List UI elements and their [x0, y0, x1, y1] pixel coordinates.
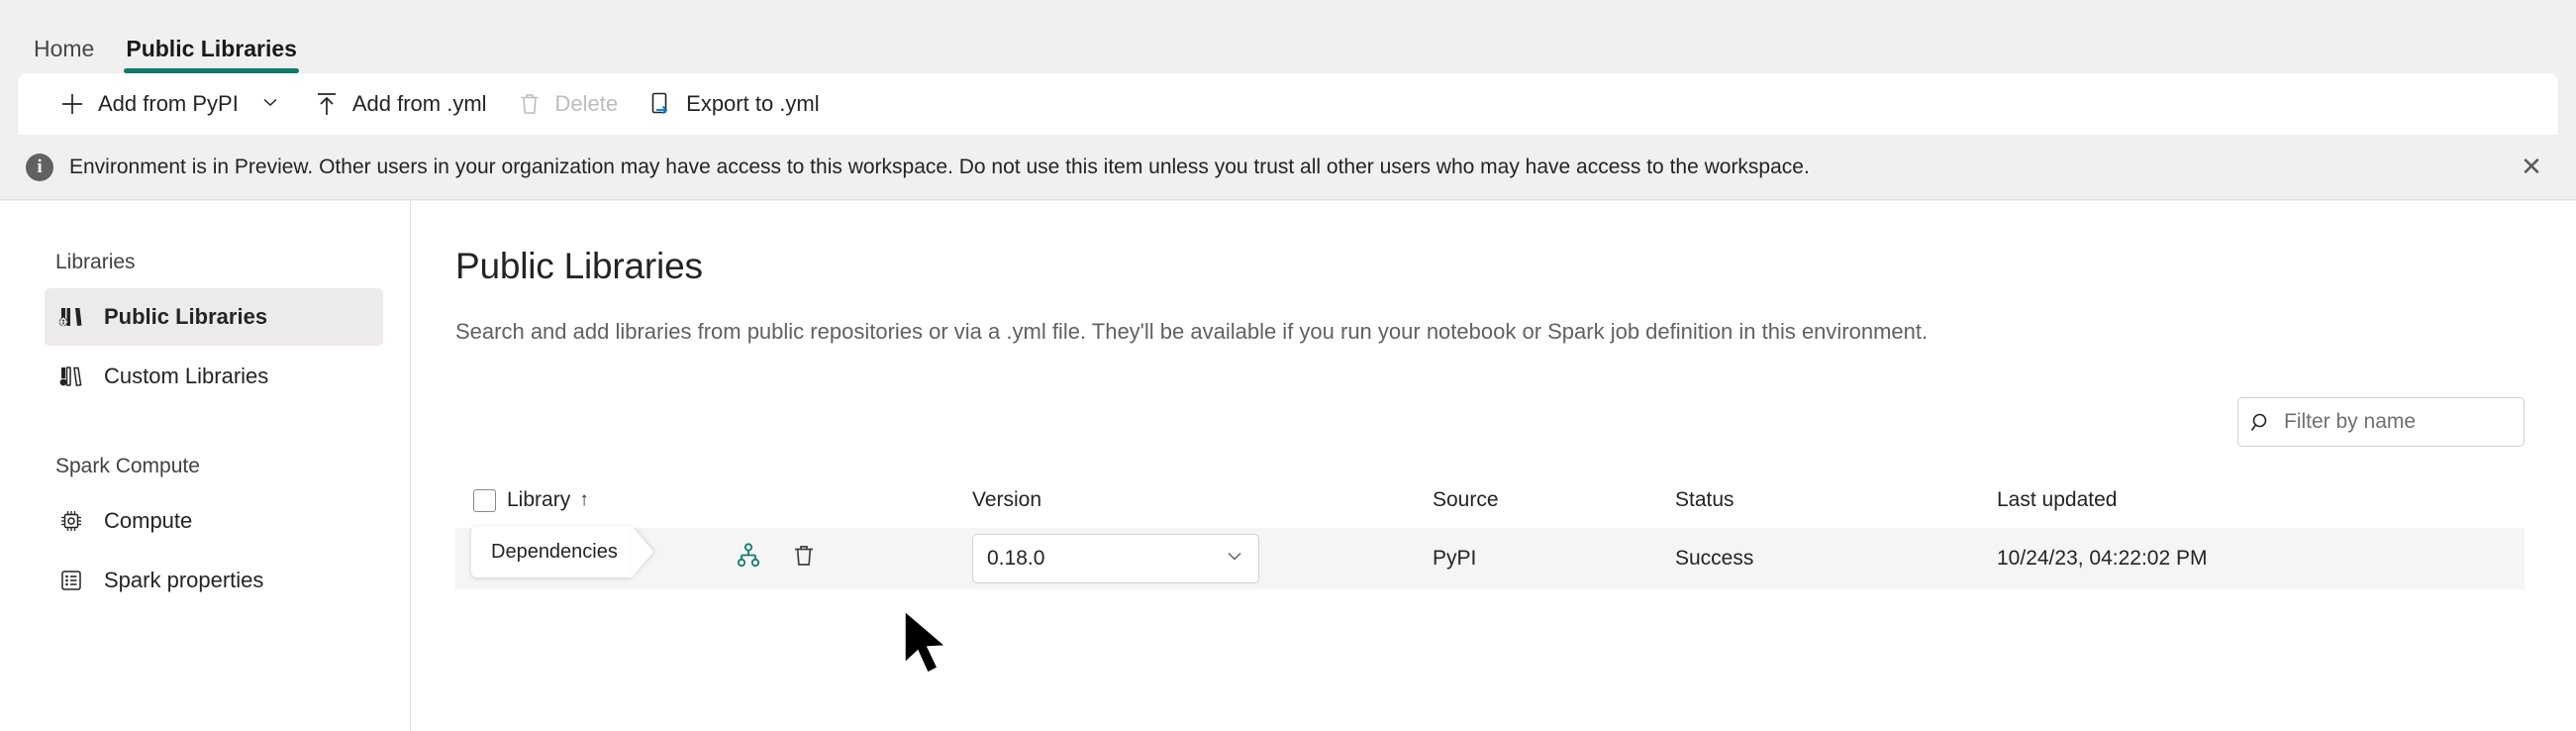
add-from-pypi-dropdown-button[interactable]	[252, 80, 288, 128]
table-header-row: Library ↑ Version Source Status Last upd…	[455, 472, 2525, 528]
upload-icon	[312, 89, 342, 119]
export-file-icon	[645, 89, 675, 119]
sort-ascending-icon: ↑	[579, 489, 589, 510]
tooltip-arrow	[631, 526, 653, 577]
select-all-cell	[455, 488, 507, 512]
command-toolbar: Add from PyPI Add from .yml Delete Expor…	[18, 73, 2558, 135]
page-title: Public Libraries	[455, 246, 703, 286]
preview-banner: i Environment is in Preview. Other users…	[0, 135, 2576, 200]
filter-search-box[interactable]	[2237, 397, 2525, 447]
add-from-pypi-label: Add from PyPI	[98, 91, 239, 116]
column-header-library[interactable]: Library ↑	[507, 488, 972, 512]
public-libraries-icon	[56, 302, 86, 332]
dependency-tree-icon	[735, 542, 762, 575]
table-row[interactable]: fuzzywuzzy Dependencies 0.18.0 PyPI Succ…	[455, 526, 2525, 589]
row-checkbox[interactable]	[473, 547, 496, 571]
version-dropdown[interactable]: 0.18.0	[972, 534, 1259, 583]
column-header-library-label: Library	[507, 488, 571, 511]
column-header-version[interactable]: Version	[972, 488, 1433, 512]
list-icon	[56, 566, 86, 595]
cell-version: 0.18.0	[972, 534, 1433, 583]
trash-icon	[515, 89, 545, 119]
sidebar-item-public-libraries[interactable]: Public Libraries	[45, 288, 383, 346]
sidebar-item-spark-properties-label: Spark properties	[104, 568, 264, 592]
plus-icon	[57, 89, 87, 119]
tab-home-label: Home	[34, 35, 95, 61]
cell-last-updated: 10/24/23, 04:22:02 PM	[1997, 547, 2208, 570]
row-action-buttons: Dependencies	[471, 526, 823, 577]
close-icon[interactable]: ✕	[2509, 145, 2554, 190]
sidebar-item-custom-libraries[interactable]: Custom Libraries	[45, 348, 383, 405]
chevron-down-icon	[260, 92, 280, 117]
tab-strip: Home Public Libraries	[0, 0, 2576, 79]
sidebar-item-compute-label: Compute	[104, 508, 193, 533]
preview-banner-message: Environment is in Preview. Other users i…	[69, 155, 1810, 178]
sidebar-group-spark-compute-title: Spark Compute	[55, 455, 200, 477]
tab-home[interactable]: Home	[18, 18, 110, 79]
column-header-last-updated[interactable]: Last updated	[1997, 488, 2525, 512]
chip-icon	[56, 506, 86, 536]
cell-library: fuzzywuzzy Dependencies	[471, 526, 972, 577]
page-body: Libraries Public Libraries Custom Librar…	[0, 201, 2576, 731]
add-from-yml-label: Add from .yml	[351, 91, 487, 116]
trash-icon	[790, 542, 818, 575]
tab-public-libraries[interactable]: Public Libraries	[110, 18, 313, 79]
page-description: Search and add libraries from public rep…	[455, 319, 1929, 344]
export-to-yml-button[interactable]: Export to .yml	[632, 80, 833, 128]
filter-row	[455, 397, 2525, 447]
version-value: 0.18.0	[987, 547, 1045, 570]
info-icon: i	[26, 153, 53, 181]
library-name: fuzzywuzzy	[507, 547, 614, 570]
chevron-down-icon	[1224, 545, 1245, 573]
libraries-table: Library ↑ Version Source Status Last upd…	[455, 472, 2525, 589]
cell-source: PyPI	[1433, 547, 1477, 570]
content-panel: Public Libraries Search and add librarie…	[411, 201, 2576, 731]
row-select-cell	[455, 547, 507, 571]
column-header-status[interactable]: Status	[1675, 488, 1997, 512]
export-to-yml-label: Export to .yml	[686, 91, 820, 116]
dependencies-button[interactable]	[730, 540, 767, 577]
row-delete-button[interactable]	[785, 540, 823, 577]
delete-label: Delete	[554, 91, 619, 116]
select-all-checkbox[interactable]	[473, 488, 496, 512]
column-header-source[interactable]: Source	[1433, 488, 1675, 512]
sidebar-item-public-libraries-label: Public Libraries	[104, 304, 268, 329]
sidebar: Libraries Public Libraries Custom Librar…	[0, 201, 411, 731]
app-root: Home Public Libraries Add from PyPI Add …	[0, 0, 2576, 731]
add-from-yml-button[interactable]: Add from .yml	[298, 80, 501, 128]
search-input[interactable]	[2282, 409, 2512, 435]
sidebar-item-custom-libraries-label: Custom Libraries	[104, 364, 269, 388]
cell-status: Success	[1675, 547, 1754, 570]
custom-libraries-icon	[56, 362, 86, 391]
add-from-pypi-button[interactable]: Add from PyPI	[44, 80, 252, 128]
sidebar-item-spark-properties[interactable]: Spark properties	[45, 552, 383, 609]
sidebar-item-compute[interactable]: Compute	[45, 492, 383, 550]
delete-button: Delete	[501, 80, 633, 128]
tab-public-libraries-label: Public Libraries	[126, 35, 297, 61]
search-icon	[2250, 411, 2272, 433]
sidebar-group-libraries-title: Libraries	[55, 251, 136, 273]
